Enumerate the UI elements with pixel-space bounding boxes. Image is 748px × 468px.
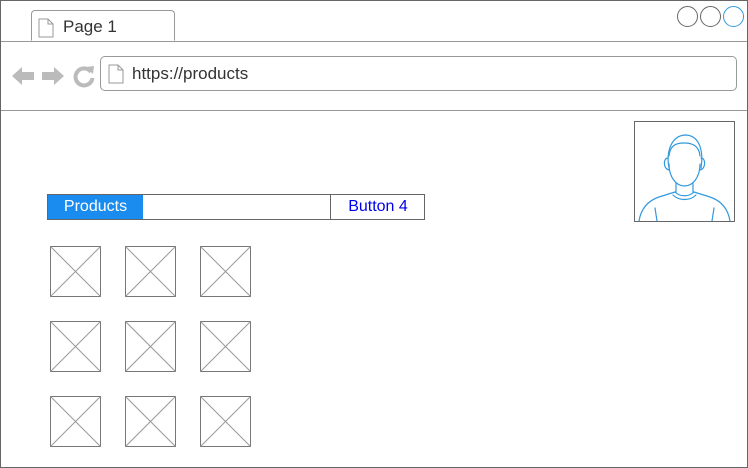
image-placeholder-icon[interactable] [200, 246, 251, 297]
image-placeholder-icon[interactable] [200, 321, 251, 372]
menu-item-products[interactable]: Products [48, 195, 143, 219]
image-placeholder-icon[interactable] [125, 396, 176, 447]
arrow-left-icon [12, 67, 34, 85]
tab-page-1[interactable]: Page 1 [31, 10, 175, 41]
tab-label: Page 1 [63, 17, 117, 36]
window-controls [677, 6, 744, 27]
page-icon [108, 64, 124, 89]
forward-button[interactable] [41, 64, 65, 88]
reload-button[interactable] [72, 64, 96, 88]
address-bar[interactable]: https://products [100, 56, 737, 91]
image-placeholder-icon[interactable] [125, 246, 176, 297]
menu-bar: Products Button 4 [47, 194, 425, 220]
arrow-right-icon [42, 67, 64, 85]
back-button[interactable] [11, 64, 35, 88]
image-placeholder-icon[interactable] [50, 321, 101, 372]
close-button[interactable] [723, 6, 744, 27]
user-avatar[interactable] [634, 121, 735, 222]
reload-icon [73, 66, 95, 88]
image-placeholder-icon[interactable] [200, 396, 251, 447]
image-placeholder-icon[interactable] [50, 246, 101, 297]
url-text: https://products [132, 64, 249, 83]
minimize-button[interactable] [677, 6, 698, 27]
navigation-bar: https://products [1, 42, 747, 111]
menu-item-blank[interactable] [143, 195, 330, 219]
page-icon [38, 18, 54, 43]
image-placeholder-icon[interactable] [50, 396, 101, 447]
maximize-button[interactable] [700, 6, 721, 27]
image-placeholder-icon[interactable] [125, 321, 176, 372]
browser-window: Page 1 https://products Products Button … [0, 0, 748, 468]
title-bar: Page 1 [1, 1, 747, 42]
menu-item-button-4[interactable]: Button 4 [330, 195, 425, 219]
user-avatar-icon [638, 134, 731, 222]
